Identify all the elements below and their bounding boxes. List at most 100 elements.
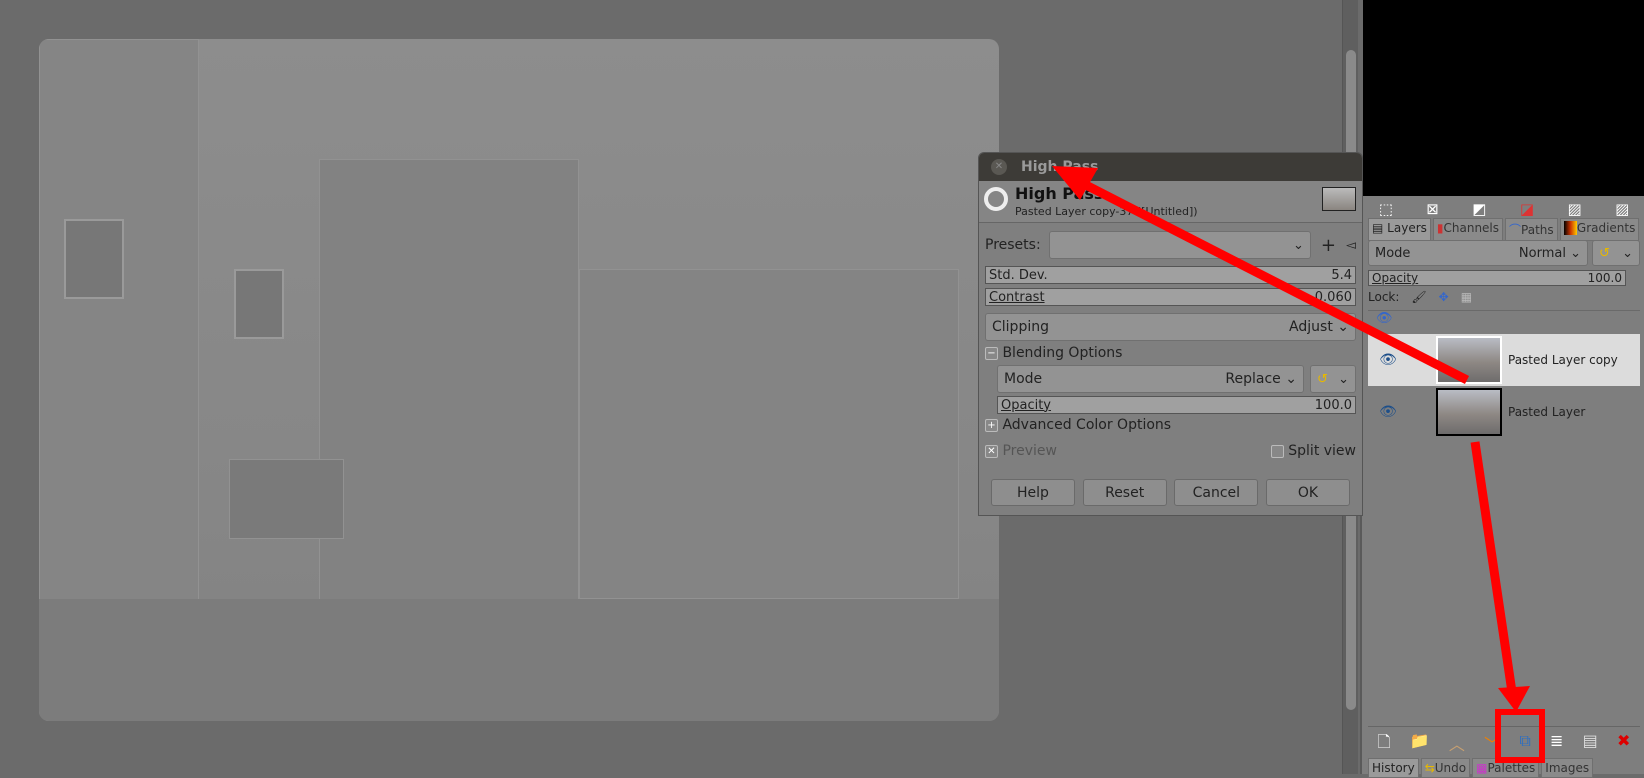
chevron-down-icon: ⌄ xyxy=(1337,319,1349,335)
clipping-select[interactable]: Clipping Adjust ⌄ xyxy=(985,313,1356,341)
select-none-icon[interactable]: ⊠ xyxy=(1426,200,1439,218)
preset-menu-icon[interactable]: ◅ xyxy=(1346,238,1356,253)
layer-row[interactable]: 👁 Pasted Layer xyxy=(1368,386,1640,438)
composite-mode-button[interactable]: ↺ ⌄ xyxy=(1592,240,1640,266)
dialog-titlebar[interactable]: ✕ High Pass xyxy=(979,153,1362,181)
split-view-checkbox[interactable]: Split view xyxy=(1270,443,1356,459)
visibility-eye-icon[interactable]: 👁 xyxy=(1368,352,1408,368)
channels-icon: ▮ xyxy=(1436,221,1444,235)
street xyxy=(39,599,999,721)
delete-layer-icon[interactable]: ✖ xyxy=(1617,731,1630,758)
duplicate-layer-icon[interactable]: ⧉ xyxy=(1519,731,1530,758)
expand-icon: + xyxy=(985,418,998,432)
mode-value: Normal xyxy=(1518,245,1566,261)
palettes-icon: ▦ xyxy=(1476,761,1488,775)
lock-position-icon[interactable]: ✥ xyxy=(1439,290,1449,304)
clipping-label: Clipping xyxy=(992,319,1049,335)
new-layer-group-icon[interactable]: 📁 xyxy=(1410,731,1430,758)
dialog-header: High Pass Pasted Layer copy-37 ([Untitle… xyxy=(979,181,1362,223)
tab-label: Channels xyxy=(1443,221,1500,235)
close-icon[interactable]: ✕ xyxy=(991,159,1007,175)
tab-label: Undo xyxy=(1434,761,1467,775)
blend-mode-select[interactable]: Mode Replace ⌄ xyxy=(997,365,1304,393)
window-title: High Pass xyxy=(1021,159,1099,175)
opacity-label: Opacity xyxy=(1001,397,1052,413)
image-thumbnail xyxy=(1322,187,1356,211)
blending-options-expander[interactable]: − Blending Options xyxy=(985,345,1356,361)
tab-label: Gradients xyxy=(1576,221,1636,235)
chevron-down-icon: ⌄ xyxy=(1285,371,1297,387)
new-layer-icon[interactable]: 🗋 xyxy=(1378,731,1391,758)
preview-checkbox[interactable]: ✕ Preview xyxy=(985,443,1057,459)
chevron-down-icon: ⌄ xyxy=(1338,371,1349,387)
layer-opacity-slider[interactable]: Opacity 100.0 xyxy=(1368,270,1626,286)
lock-pixels-icon[interactable]: 🖌 xyxy=(1411,290,1426,304)
tab-layers[interactable]: ▤ Layers xyxy=(1368,218,1431,241)
tab-palettes[interactable]: ▦Palettes xyxy=(1472,758,1540,778)
mode-label: Mode xyxy=(1375,245,1411,261)
invert-selection-icon[interactable]: ◩ xyxy=(1472,200,1486,218)
layer-name: Pasted Layer copy xyxy=(1508,353,1618,367)
ok-button[interactable]: OK xyxy=(1265,479,1350,506)
layer-mode-select[interactable]: Mode Normal ⌄ xyxy=(1368,240,1588,266)
cancel-button[interactable]: Cancel xyxy=(1174,479,1259,506)
advanced-color-expander[interactable]: + Advanced Color Options xyxy=(985,417,1356,433)
std-dev-label: Std. Dev. xyxy=(989,267,1048,283)
layer-mask-icon[interactable]: ▤ xyxy=(1583,731,1598,758)
contrast-value: 0.060 xyxy=(1314,289,1352,305)
lower-layer-icon[interactable]: ﹀ xyxy=(1484,731,1500,758)
add-preset-icon[interactable]: + xyxy=(1321,235,1336,256)
chevron-down-icon: ⌄ xyxy=(1570,245,1581,261)
tab-label: Paths xyxy=(1521,223,1554,237)
std-dev-value: 5.4 xyxy=(1331,267,1352,283)
layer-row-selected[interactable]: 👁 Pasted Layer copy xyxy=(1368,334,1640,386)
gradients-icon: ▮▮ xyxy=(1563,221,1577,235)
visibility-eye-icon[interactable]: 👁 xyxy=(1368,404,1408,420)
clipping-value: Adjust xyxy=(1289,319,1333,335)
tab-images[interactable]: Images xyxy=(1541,758,1594,778)
image-canvas[interactable] xyxy=(39,39,999,721)
checkbox-unchecked-icon xyxy=(1270,444,1284,458)
filter-title: High Pass xyxy=(1015,184,1104,203)
tab-undo[interactable]: ⇆Undo xyxy=(1420,758,1471,778)
layers-icon: ▤ xyxy=(1372,221,1384,235)
selection-tool-icons: ⬚ ⊠ ◩ ◪ ▨ ▨ xyxy=(1362,200,1644,218)
chevron-down-icon: ⌄ xyxy=(1293,237,1304,253)
blend-opacity-slider[interactable]: Opacity 100.0 xyxy=(997,396,1356,414)
tab-gradients[interactable]: ▮▮Gradients xyxy=(1559,218,1640,241)
edit-selection-icon[interactable]: ▨ xyxy=(1615,200,1629,218)
select-all-icon[interactable]: ⬚ xyxy=(1379,200,1393,218)
navigation-preview xyxy=(1363,0,1644,196)
opacity-value: 100.0 xyxy=(1314,397,1352,413)
lock-alpha-icon[interactable]: ▦ xyxy=(1461,290,1472,304)
building-right xyxy=(579,269,959,599)
opacity-label: Opacity xyxy=(1372,271,1419,285)
church-facade xyxy=(319,159,579,659)
raise-layer-icon[interactable]: ︿ xyxy=(1449,731,1465,758)
split-view-label: Split view xyxy=(1288,443,1356,459)
reset-mode-icon: ↺ xyxy=(1599,245,1610,261)
composite-mode-button[interactable]: ↺ ⌄ xyxy=(1310,365,1356,393)
merge-down-icon[interactable]: ≣ xyxy=(1550,731,1563,758)
contrast-spinner[interactable]: Contrast 0.060 xyxy=(985,288,1356,306)
layer-name: Pasted Layer xyxy=(1508,405,1586,419)
opacity-value: 100.0 xyxy=(1587,271,1622,285)
layers-dock: ⬚ ⊠ ◩ ◪ ▨ ▨ ▤ Layers ▮Channels ⌒Paths ▮▮… xyxy=(1360,196,1644,778)
reset-mode-icon: ↺ xyxy=(1317,371,1328,387)
presets-select[interactable]: ⌄ xyxy=(1049,231,1311,259)
tab-paths[interactable]: ⌒Paths xyxy=(1505,218,1558,241)
tab-history[interactable]: History xyxy=(1368,758,1419,778)
help-button[interactable]: Help xyxy=(991,479,1075,506)
mode-label: Mode xyxy=(1004,371,1043,387)
layer-thumbnail xyxy=(1436,388,1502,436)
awning xyxy=(229,459,344,539)
blending-label: Blending Options xyxy=(1002,345,1123,361)
reset-button[interactable]: Reset xyxy=(1082,479,1167,506)
gimp-g-icon xyxy=(984,187,1008,211)
fg-bg-colors-icon[interactable]: ◪ xyxy=(1520,200,1534,218)
tab-channels[interactable]: ▮Channels xyxy=(1432,218,1504,241)
checkbox-checked-icon: ✕ xyxy=(985,444,998,458)
paths-icon: ⌒ xyxy=(1509,223,1522,237)
stroke-selection-icon[interactable]: ▨ xyxy=(1567,200,1581,218)
std-dev-spinner[interactable]: Std. Dev. 5.4 xyxy=(985,266,1356,284)
